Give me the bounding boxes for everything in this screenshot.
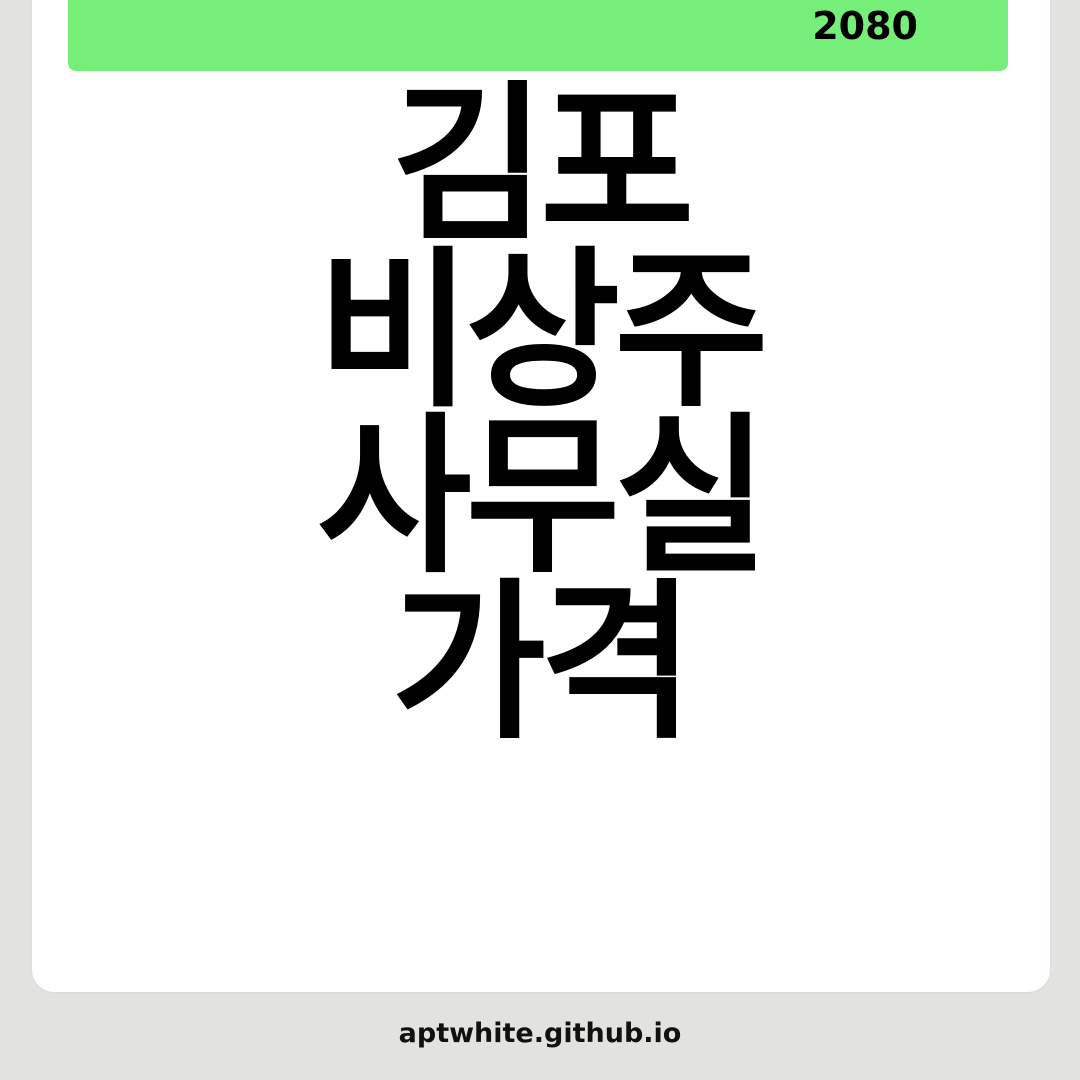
- title-line-3: 사무실: [317, 397, 769, 597]
- title-line-4: 가격: [391, 563, 694, 763]
- top-banner: 2080: [68, 0, 1008, 71]
- site-url: aptwhite.github.io: [398, 1018, 682, 1049]
- title-line-2: 비상주: [317, 231, 769, 431]
- post-number: 2080: [812, 4, 918, 48]
- page-title: 김포 비상주 사무실 가격: [0, 65, 1080, 763]
- title-line-1: 김포: [391, 65, 694, 265]
